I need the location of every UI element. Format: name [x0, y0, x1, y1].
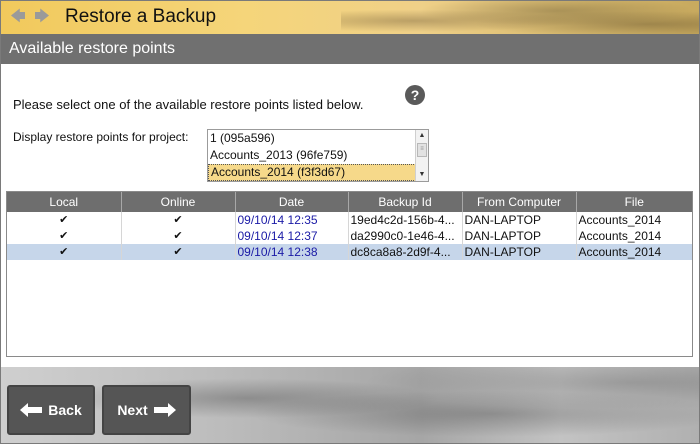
left-arrow-icon [20, 403, 43, 417]
back-button[interactable]: Back [7, 385, 95, 435]
instruction-text: Please select one of the available resto… [13, 97, 364, 112]
file-cell: Accounts_2014 [578, 228, 662, 243]
date-cell: 09/10/14 12:35 [235, 212, 349, 228]
from-computer-cell: DAN-LAPTOP [462, 212, 577, 228]
help-icon[interactable]: ? [405, 85, 425, 105]
column-header-backup-id[interactable]: Backup Id [348, 192, 463, 212]
backup-id-cell: dc8ca8a8-2d9f-4... [348, 244, 463, 260]
back-arrow-icon[interactable]: 🡄 [9, 9, 27, 24]
column-header-from-computer[interactable]: From Computer [462, 192, 577, 212]
file-cell: Accounts_2014 [578, 212, 662, 227]
file-cell: Accounts_2014 [576, 244, 692, 260]
scroll-thumb[interactable]: ≡ [417, 143, 427, 157]
forward-arrow-icon[interactable]: 🡆 [33, 9, 51, 24]
back-button-label: Back [48, 402, 82, 418]
next-button[interactable]: Next [102, 385, 191, 435]
column-header-online[interactable]: Online [121, 192, 236, 212]
local-checkbox[interactable]: ✔ [7, 228, 122, 244]
column-header-file[interactable]: File [576, 192, 692, 212]
restore-window: 🡄 🡆 Restore a Backup Available restore p… [0, 0, 700, 444]
title-bar-texture [341, 1, 699, 34]
right-arrow-icon [153, 403, 176, 417]
restore-points-table: Local Online Date Backup Id From Compute… [6, 191, 693, 357]
online-checkbox[interactable]: ✔ [121, 244, 236, 260]
project-picker-label: Display restore points for project: [13, 130, 189, 144]
project-item[interactable]: 1 (095a596) [208, 130, 416, 147]
column-header-local[interactable]: Local [7, 192, 122, 212]
scroll-up-icon[interactable]: ▲ [416, 130, 428, 142]
online-checkbox[interactable]: ✔ [121, 212, 236, 228]
table-row[interactable]: ✔ ✔ 09/10/14 12:35 19ed4c2d-156b-4... DA… [7, 212, 692, 228]
column-header-date[interactable]: Date [235, 192, 349, 212]
bottom-button-bar: Back Next [1, 367, 699, 443]
project-item[interactable]: Accounts_2013 (96fe759) [208, 147, 416, 164]
project-item-selected[interactable]: Accounts_2014 (f3f3d67) [208, 164, 416, 181]
online-checkbox[interactable]: ✔ [121, 228, 236, 244]
local-checkbox[interactable]: ✔ [7, 244, 122, 260]
window-title: Restore a Backup [65, 6, 217, 27]
backup-id-cell: 19ed4c2d-156b-4... [348, 212, 463, 228]
date-cell: 09/10/14 12:37 [235, 228, 349, 244]
section-header: Available restore points [1, 34, 699, 64]
local-checkbox[interactable]: ✔ [7, 212, 122, 228]
from-computer-cell: DAN-LAPTOP [462, 228, 577, 244]
date-cell: 09/10/14 12:38 [235, 244, 349, 260]
backup-id-cell: da2990c0-1e46-4... [348, 228, 463, 244]
table-row[interactable]: ✔ ✔ 09/10/14 12:37 da2990c0-1e46-4... DA… [7, 228, 692, 244]
title-bar: 🡄 🡆 Restore a Backup [1, 1, 699, 34]
project-listbox[interactable]: 1 (095a596) Accounts_2013 (96fe759) Acco… [207, 129, 429, 182]
next-button-label: Next [117, 402, 148, 418]
table-row-selected[interactable]: ✔ ✔ 09/10/14 12:38 dc8ca8a8-2d9f-4... DA… [7, 244, 692, 260]
table-header-row: Local Online Date Backup Id From Compute… [7, 192, 692, 212]
scroll-down-icon[interactable]: ▼ [416, 169, 428, 181]
from-computer-cell: DAN-LAPTOP [462, 244, 577, 260]
listbox-scrollbar[interactable]: ▲ ≡ ▼ [415, 130, 428, 181]
